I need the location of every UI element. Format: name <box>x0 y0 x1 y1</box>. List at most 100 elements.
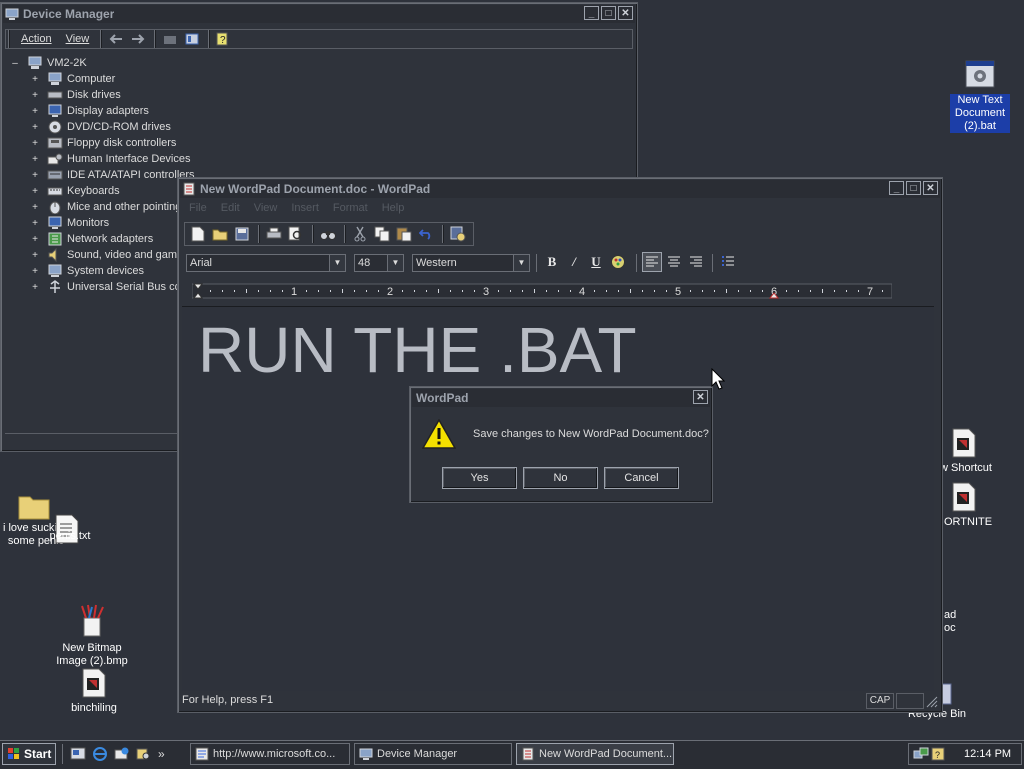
font-size-dropdown[interactable]: 48 ▼ <box>354 254 404 272</box>
desktop-icon-txt-file[interactable]: penis.txt <box>44 514 96 544</box>
align-left-icon[interactable] <box>642 252 662 272</box>
ruler[interactable]: 1234567 <box>192 282 892 300</box>
desktop-icon-binchiling[interactable]: binchiling <box>64 668 124 715</box>
expand-icon[interactable]: + <box>29 106 41 117</box>
network-tray-icon[interactable] <box>913 747 929 761</box>
open-folder-icon[interactable] <box>210 224 230 244</box>
menu-format[interactable]: Format <box>326 202 375 214</box>
tree-item[interactable]: + System devices <box>29 263 144 279</box>
tree-item[interactable]: + Human Interface Devices <box>29 151 190 167</box>
minimize-button[interactable]: _ <box>889 181 904 195</box>
taskbar-button-device-manager[interactable]: Device Manager <box>354 743 512 765</box>
tree-item[interactable]: + Mice and other pointing <box>29 199 181 215</box>
color-palette-icon[interactable] <box>608 252 628 272</box>
menu-insert[interactable]: Insert <box>284 202 326 214</box>
print-icon[interactable] <box>264 224 284 244</box>
taskbar-button-ie[interactable]: http://www.microsoft.co... <box>190 743 350 765</box>
cancel-button[interactable]: Cancel <box>604 467 679 489</box>
tree-item[interactable]: + Keyboards <box>29 183 120 199</box>
menu-help[interactable]: Help <box>375 202 412 214</box>
expand-icon[interactable]: + <box>29 154 41 165</box>
expand-icon[interactable]: + <box>29 266 41 277</box>
minimize-button[interactable]: _ <box>584 6 599 20</box>
tree-item[interactable]: + Floppy disk controllers <box>29 135 176 151</box>
menu-action[interactable]: Action <box>14 33 59 45</box>
undo-icon[interactable] <box>416 224 436 244</box>
save-disk-icon[interactable] <box>232 224 252 244</box>
properties-icon[interactable] <box>182 29 202 49</box>
font-name-dropdown[interactable]: Arial ▼ <box>186 254 346 272</box>
quick-launch-more[interactable]: » <box>158 747 165 761</box>
forward-arrow-icon[interactable] <box>128 29 148 49</box>
internet-explorer-icon[interactable] <box>92 746 108 762</box>
align-center-icon[interactable] <box>664 252 684 272</box>
search-icon[interactable] <box>136 746 152 762</box>
collapse-icon[interactable]: – <box>9 58 21 69</box>
outlook-express-icon[interactable] <box>114 746 130 762</box>
desktop-icon-shortcut[interactable]: w Shortcut <box>940 428 1000 475</box>
expand-icon[interactable]: + <box>29 90 41 101</box>
desktop-icon-bitmap[interactable]: New Bitmap Image (2).bmp <box>54 604 130 668</box>
find-binoculars-icon[interactable] <box>318 224 338 244</box>
tree-item[interactable]: + DVD/CD-ROM drives <box>29 119 171 135</box>
paste-icon[interactable] <box>394 224 414 244</box>
desktop-icon-fortnite[interactable]: ORTNITE <box>940 482 1000 529</box>
close-button[interactable]: ✕ <box>923 181 938 195</box>
expand-icon[interactable]: + <box>29 122 41 133</box>
menu-file[interactable]: File <box>182 202 214 214</box>
tree-item[interactable]: + Monitors <box>29 215 109 231</box>
wordpad-titlebar[interactable]: New WordPad Document.doc - WordPad _ □ ✕ <box>180 180 940 198</box>
chevron-down-icon[interactable]: ▼ <box>387 255 403 271</box>
expand-icon[interactable]: + <box>29 74 41 85</box>
desktop-icon-partial[interactable]: ad oc <box>940 609 980 635</box>
folder-up-icon[interactable] <box>160 29 180 49</box>
tree-item[interactable]: + Computer <box>29 71 115 87</box>
tree-item[interactable]: + Network adapters <box>29 231 153 247</box>
expand-icon[interactable]: + <box>29 170 41 181</box>
maximize-button[interactable]: □ <box>601 6 616 20</box>
bullets-icon[interactable] <box>718 252 738 272</box>
chevron-down-icon[interactable]: ▼ <box>329 255 345 271</box>
maximize-button[interactable]: □ <box>906 181 921 195</box>
menu-edit[interactable]: Edit <box>214 202 247 214</box>
print-preview-icon[interactable] <box>286 224 306 244</box>
insert-datetime-icon[interactable] <box>448 224 468 244</box>
expand-icon[interactable]: + <box>29 234 41 245</box>
start-button[interactable]: Start <box>2 743 56 765</box>
bold-button[interactable]: B <box>542 252 562 272</box>
tree-root[interactable]: – VM2-2K <box>9 55 87 71</box>
tree-item[interactable]: + Display adapters <box>29 103 149 119</box>
tree-item[interactable]: + Sound, video and game <box>29 247 183 263</box>
expand-icon[interactable]: + <box>29 250 41 261</box>
tree-item[interactable]: + Disk drives <box>29 87 121 103</box>
back-arrow-icon[interactable] <box>106 29 126 49</box>
help-icon[interactable]: ? <box>214 29 234 49</box>
cut-scissors-icon[interactable] <box>350 224 370 244</box>
expand-icon[interactable]: + <box>29 218 41 229</box>
menu-view[interactable]: View <box>59 33 97 45</box>
tray-app-icon[interactable]: ? <box>931 747 945 761</box>
dialog-titlebar[interactable]: WordPad ✕ <box>412 389 710 407</box>
new-document-icon[interactable] <box>188 224 208 244</box>
resize-grip-icon[interactable] <box>926 696 938 708</box>
copy-icon[interactable] <box>372 224 392 244</box>
no-button[interactable]: No <box>523 467 598 489</box>
device-manager-titlebar[interactable]: Device Manager _ □ ✕ <box>3 5 635 23</box>
tree-item[interactable]: + IDE ATA/ATAPI controllers <box>29 167 194 183</box>
underline-button[interactable]: U <box>586 252 606 272</box>
taskbar-button-wordpad[interactable]: New WordPad Document.... <box>516 743 674 765</box>
menu-view[interactable]: View <box>247 202 285 214</box>
expand-icon[interactable]: + <box>29 202 41 213</box>
expand-icon[interactable]: + <box>29 186 41 197</box>
script-dropdown[interactable]: Western ▼ <box>412 254 530 272</box>
yes-button[interactable]: Yes <box>442 467 517 489</box>
expand-icon[interactable]: + <box>29 282 41 293</box>
expand-icon[interactable]: + <box>29 138 41 149</box>
close-button[interactable]: ✕ <box>618 6 633 20</box>
show-desktop-icon[interactable] <box>70 746 86 762</box>
chevron-down-icon[interactable]: ▼ <box>513 255 529 271</box>
align-right-icon[interactable] <box>686 252 706 272</box>
tree-item[interactable]: + Universal Serial Bus cor <box>29 279 184 295</box>
close-button[interactable]: ✕ <box>693 390 708 404</box>
italic-button[interactable]: / <box>564 252 584 272</box>
